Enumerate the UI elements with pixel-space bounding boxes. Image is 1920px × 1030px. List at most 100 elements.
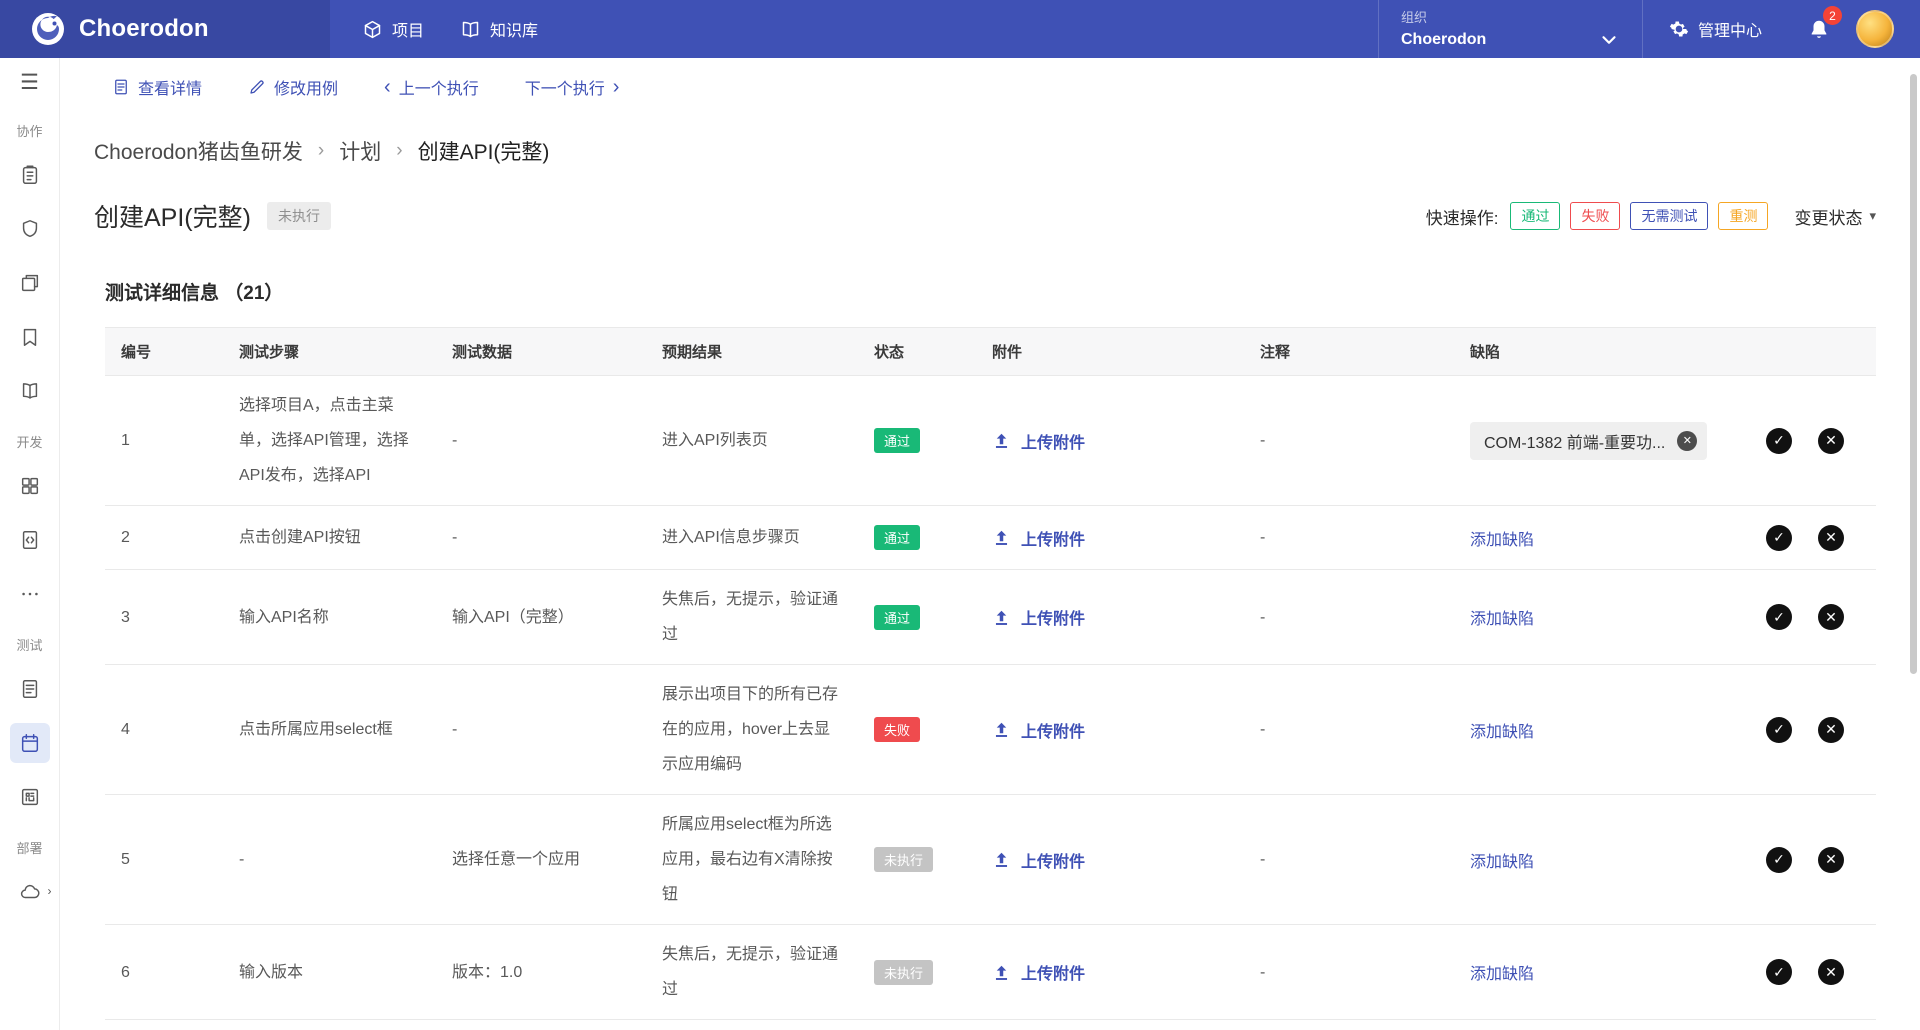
sidebar-item-test-case[interactable]	[10, 669, 50, 709]
mark-step-pass-button[interactable]: ✓	[1766, 524, 1792, 551]
sidebar-item-test-automation[interactable]	[10, 777, 50, 817]
sidebar-item-backlog[interactable]	[10, 155, 50, 195]
mark-step-fail-button[interactable]: ✕	[1818, 959, 1844, 985]
defect-slot: 添加缺陷	[1470, 526, 1754, 550]
sidebar-item-more[interactable]	[10, 574, 50, 614]
cell-status: 通过	[858, 513, 976, 562]
mark-step-fail-button[interactable]: ✕	[1818, 846, 1844, 873]
cell-status: 通过	[858, 416, 976, 465]
sidebar-item-map[interactable]	[10, 317, 50, 357]
sidebar-item-code[interactable]	[10, 520, 50, 560]
sidebar-section-collaboration: 协作	[16, 124, 43, 139]
view-details-button[interactable]: 查看详情	[112, 75, 202, 99]
mark-step-fail-button[interactable]: ✕	[1818, 427, 1844, 454]
hamburger-menu-icon[interactable]: ☰	[20, 72, 39, 93]
cell-comment: -	[1260, 963, 1266, 981]
remove-defect-icon[interactable]: ✕	[1677, 430, 1698, 451]
quick-op-skip-button[interactable]: 无需测试	[1630, 202, 1709, 230]
upload-attachment-link[interactable]: 上传附件	[1021, 429, 1085, 453]
add-defect-link[interactable]: 添加缺陷	[1470, 966, 1534, 983]
cell-step-number: 3	[121, 608, 130, 626]
quick-op-retest-button[interactable]: 重测	[1718, 202, 1769, 230]
previous-execution-button[interactable]: ‹ 上一个执行	[384, 75, 479, 99]
defect-tag[interactable]: COM-1382 前端-重要功... ✕	[1470, 421, 1708, 460]
next-execution-label: 下一个执行	[524, 81, 605, 98]
nav-item-label: 项目	[392, 23, 425, 40]
status-badge: 未执行	[266, 202, 331, 230]
nav-item-knowledge[interactable]: 知识库	[442, 0, 556, 58]
quick-op-fail-button[interactable]: 失败	[1570, 202, 1621, 230]
open-book-icon	[22, 383, 37, 399]
next-execution-button[interactable]: 下一个执行 ›	[525, 75, 620, 99]
sidebar-item-test-plan[interactable]	[9, 723, 50, 763]
breadcrumb-plan[interactable]: 计划	[339, 136, 381, 166]
upload-attachment-link[interactable]: 上传附件	[1021, 718, 1085, 742]
col-header-step: 测试步骤	[239, 344, 300, 361]
cell-comment: -	[1260, 432, 1266, 449]
row-actions: ✓ ✕	[1766, 427, 1860, 454]
mark-step-pass-button[interactable]: ✓	[1766, 716, 1792, 743]
sidebar-item-apps[interactable]	[10, 466, 50, 506]
row-actions: ✓ ✕	[1766, 846, 1860, 873]
org-selector[interactable]: 组织 Choerodon	[1377, 0, 1643, 58]
defect-slot: COM-1382 前端-重要功... ✕	[1470, 421, 1754, 460]
cell-defect: 添加缺陷 ✓ ✕	[1454, 947, 1876, 997]
chevron-right-icon: ›	[612, 76, 620, 98]
cell-expected-result: 进入API信息步骤页	[662, 529, 800, 546]
mark-step-fail-button[interactable]: ✕	[1818, 604, 1844, 630]
col-header-comment: 注释	[1260, 344, 1291, 361]
chevron-down-icon	[1602, 36, 1616, 44]
mark-step-pass-button[interactable]: ✓	[1766, 846, 1792, 873]
sidebar-item-board[interactable]	[10, 263, 50, 303]
brand[interactable]: Choerodon	[0, 0, 330, 58]
expand-submenu-icon[interactable]: ›	[48, 884, 52, 898]
document-icon	[22, 680, 37, 698]
vertical-scrollbar[interactable]	[1910, 74, 1917, 674]
sidebar-item-security[interactable]	[10, 209, 50, 249]
org-label: 组织	[1400, 10, 1427, 25]
change-status-dropdown[interactable]: 变更状态 ▾	[1794, 204, 1876, 229]
breadcrumb-separator-icon: ›	[317, 140, 325, 161]
org-value: Choerodon	[1400, 31, 1487, 48]
breadcrumb-project[interactable]: Choerodon猪齿鱼研发	[94, 136, 303, 166]
upload-attachment-link[interactable]: 上传附件	[1021, 526, 1085, 550]
page-title-row: 创建API(完整) 未执行 快速操作: 通过 失败 无需测试 重测 变更状态 ▾	[94, 198, 1876, 234]
notifications-button[interactable]: 2	[1788, 0, 1850, 58]
upload-attachment-link[interactable]: 上传附件	[1021, 960, 1085, 984]
cell-step-number: 1	[121, 432, 130, 449]
sidebar-section-test: 测试	[16, 638, 43, 653]
add-defect-link[interactable]: 添加缺陷	[1470, 611, 1534, 628]
sidebar-item-docs[interactable]	[10, 371, 50, 411]
col-header-defect: 缺陷	[1470, 344, 1501, 361]
cell-expected-result: 展示出项目下的所有已存在的应用，hover上去显示应用编码	[662, 686, 839, 773]
upload-attachment-link[interactable]: 上传附件	[1021, 848, 1085, 872]
row-actions: ✓ ✕	[1766, 959, 1860, 985]
edit-case-button[interactable]: 修改用例	[248, 75, 338, 99]
step-status-badge: 失败	[874, 717, 921, 742]
defect-tag-label: COM-1382 前端-重要功...	[1484, 434, 1666, 452]
mark-step-pass-button[interactable]: ✓	[1766, 427, 1792, 454]
quick-op-pass-button[interactable]: 通过	[1510, 202, 1561, 230]
col-header-data: 测试数据	[452, 344, 513, 361]
quick-ops-label: 快速操作:	[1425, 208, 1499, 228]
user-avatar[interactable]	[1856, 10, 1894, 48]
more-horizontal-icon	[21, 592, 38, 596]
defect-slot: 添加缺陷	[1470, 605, 1754, 629]
table-row: 5 - 选择任意一个应用 所属应用select框为所选应用，最右边有X清除按钮 …	[105, 795, 1876, 925]
add-defect-link[interactable]: 添加缺陷	[1470, 854, 1534, 871]
table-row: 4 点击所属应用select框 - 展示出项目下的所有已存在的应用，hover上…	[105, 665, 1876, 795]
sidebar-item-deploy[interactable]: ›	[10, 872, 52, 912]
mark-step-fail-button[interactable]: ✕	[1818, 524, 1844, 551]
admin-center-button[interactable]: 管理中心	[1643, 0, 1788, 58]
mark-step-pass-button[interactable]: ✓	[1766, 604, 1792, 630]
mark-step-pass-button[interactable]: ✓	[1766, 959, 1792, 985]
nav-item-project[interactable]: 项目	[344, 0, 442, 58]
add-defect-link[interactable]: 添加缺陷	[1470, 532, 1534, 549]
upload-attachment-link[interactable]: 上传附件	[1021, 605, 1085, 629]
cell-defect: COM-1382 前端-重要功... ✕ ✓ ✕	[1454, 410, 1876, 472]
mark-step-fail-button[interactable]: ✕	[1818, 716, 1844, 743]
cell-comment: -	[1260, 851, 1266, 868]
cell-attachment: 上传附件	[976, 417, 1244, 465]
add-defect-link[interactable]: 添加缺陷	[1470, 724, 1534, 741]
cell-status: 通过	[858, 593, 976, 642]
